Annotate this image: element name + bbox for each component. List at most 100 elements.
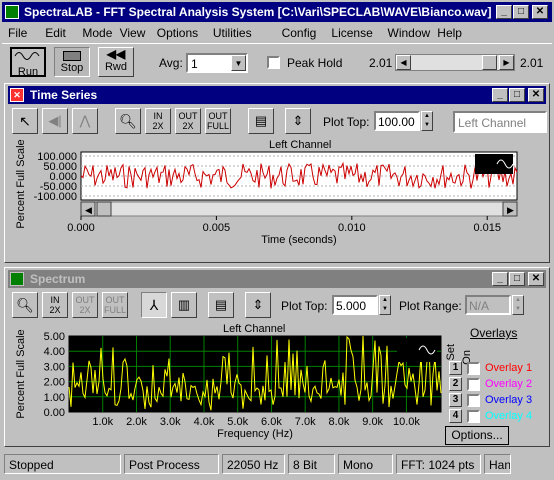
status-field: 22050 Hz	[222, 454, 285, 474]
sp-properties-button[interactable]: ▤	[208, 292, 234, 318]
ts-plot-top-input[interactable]: 100.00	[374, 111, 420, 131]
close-button[interactable]: ✕	[532, 5, 548, 19]
zoom-out-2x-button[interactable]: OUT 2X	[175, 108, 201, 134]
overlay-list: 1 Overlay 1 2 Overlay 2 3 Overlay 3 4 Overlay 4	[447, 361, 547, 425]
overlay-checkbox[interactable]	[467, 394, 480, 407]
overlay-set-button[interactable]: 4	[449, 409, 462, 423]
x-tick-label: 0.010	[338, 222, 366, 234]
avg-select[interactable]: 1 ▼	[186, 53, 248, 73]
x-tick-label: 3.0k	[160, 416, 181, 428]
waveform-button[interactable]: ⋀	[72, 108, 98, 134]
status-bar: Stopped Post Process 22050 Hz 8 Bit Mono FFT:…	[2, 452, 552, 476]
sp-zoom-out-2x-button[interactable]: OUT 2X	[72, 292, 98, 318]
sp-close-button[interactable]: ✕	[528, 272, 544, 286]
sp-zoom-full-icon: OUT FULL	[103, 295, 126, 315]
bar-plot-icon: ▥	[177, 297, 191, 312]
overlay-set-button[interactable]: 2	[449, 377, 462, 391]
minimize-button[interactable]: _	[496, 5, 512, 19]
sp-zoom-button[interactable]: 🔍︎	[12, 292, 38, 318]
x-tick-label: 4.0k	[194, 416, 215, 428]
ts-minimize-button[interactable]: _	[492, 88, 508, 102]
overlay-checkbox[interactable]	[467, 362, 480, 375]
peak-icon: ⋀	[79, 113, 91, 128]
ts-close-button[interactable]: ✕	[528, 88, 544, 102]
plot-range-input[interactable]: N/A	[465, 295, 511, 315]
scale-icon: ⇕	[292, 113, 304, 128]
maximize-button[interactable]: □	[513, 5, 529, 19]
menu-file[interactable]: File	[8, 26, 27, 40]
y-tick-label: 1.00	[44, 392, 65, 404]
zoom-full-button[interactable]: OUT FULL	[205, 108, 231, 134]
run-button[interactable]: Run	[10, 47, 46, 78]
sp-zoom-in-2x-button[interactable]: IN 2X	[42, 292, 68, 318]
x-axis-label: Time (seconds)	[261, 234, 336, 246]
app-title-bar: SpectraLAB - FFT Spectral Analysis Syste…	[2, 2, 552, 22]
x-tick-label: 5.0k	[227, 416, 248, 428]
window-icon: ✕	[10, 88, 24, 102]
slider-right-arrow[interactable]: ▶	[499, 55, 514, 70]
menu-config[interactable]: Config	[282, 26, 317, 40]
sp-scale-icon: ⇕	[252, 297, 264, 312]
ts-plot-top-spinner[interactable]: ▲ ▼	[421, 111, 433, 131]
y-tick-label: 3.00	[44, 361, 65, 373]
menu-help[interactable]: Help	[437, 26, 462, 40]
zoom-out-icon: OUT 2X	[178, 111, 198, 131]
x-tick-label: 0.005	[203, 222, 231, 234]
position-slider[interactable]: ◀ ▶	[395, 54, 515, 71]
sp-list-icon: ▤	[214, 297, 228, 312]
scroll-left-icon: ◀	[85, 205, 92, 215]
slider-thumb[interactable]	[482, 55, 497, 70]
overlays-title: Overlays	[470, 326, 518, 340]
y-tick-label: 5.00	[44, 331, 65, 343]
sp-plot-top-input[interactable]: 5.000	[332, 295, 378, 315]
sp-magnifier-icon: 🔍︎	[16, 297, 34, 313]
zoom-button[interactable]: 🔍︎	[115, 108, 141, 134]
stop-button[interactable]: Stop	[54, 47, 90, 77]
overlay-checkbox[interactable]	[467, 378, 480, 391]
menu-options[interactable]: Options	[157, 26, 198, 40]
channel-select[interactable]: Left Channel	[453, 111, 547, 133]
peak-hold-checkbox[interactable]	[267, 56, 280, 69]
sp-minimize-button[interactable]: _	[492, 272, 508, 286]
speaker-button[interactable]: ◀|	[42, 108, 68, 134]
menu-view[interactable]: View	[120, 26, 146, 40]
rewind-button[interactable]: ◀◀ Rwd	[98, 47, 134, 77]
cursor-icon: ↖	[19, 113, 31, 129]
spectralab-logo	[475, 154, 513, 174]
magnifier-icon: 🔍︎	[119, 113, 137, 129]
ts-maximize-button[interactable]: □	[509, 88, 525, 102]
y-tick-label: 0.00	[44, 407, 65, 419]
overlay-set-button[interactable]: 1	[449, 361, 462, 375]
pointer-tool-button[interactable]: ↖	[12, 108, 38, 134]
time-series-chart: Left Channel100.00050.0000.000-50.000-10…	[15, 139, 518, 246]
sp-maximize-button[interactable]: □	[509, 272, 525, 286]
options-button[interactable]: Options...	[445, 426, 509, 445]
status-field: Han	[484, 454, 511, 474]
chart-title: Left Channel	[223, 323, 285, 335]
sp-zoom-full-button[interactable]: OUT FULL	[102, 292, 128, 318]
chevron-down-icon[interactable]: ▼	[231, 55, 246, 71]
y-tick-label: -100.000	[34, 191, 77, 203]
sp-plot-top-spinner[interactable]: ▲ ▼	[379, 295, 391, 315]
slider-left-arrow[interactable]: ◀	[396, 55, 411, 70]
menu-license[interactable]: License	[331, 26, 372, 40]
line-plot-icon: ⅄	[149, 297, 159, 313]
menu-edit[interactable]: Edit	[45, 26, 66, 40]
scale-button[interactable]: ⇕	[285, 108, 311, 134]
overlay-checkbox[interactable]	[467, 410, 480, 423]
overlay-set-button[interactable]: 3	[449, 393, 462, 407]
status-field: Stopped	[4, 454, 121, 474]
menu-utilities[interactable]: Utilities	[213, 26, 252, 40]
line-plot-button[interactable]: ⅄	[141, 292, 167, 318]
menu-mode[interactable]: Mode	[82, 26, 112, 40]
zoom-in-2x-button[interactable]: IN 2X	[145, 108, 171, 134]
sp-plot-top-label: Plot Top:	[281, 299, 328, 313]
menu-window[interactable]: Window	[388, 26, 431, 40]
app-icon	[5, 5, 19, 19]
properties-button[interactable]: ▤	[248, 108, 274, 134]
menu-bar: File Edit Mode View Options Utilities Config Li…	[2, 24, 552, 42]
time-scrollbar	[80, 201, 518, 217]
bar-plot-button[interactable]: ▥	[171, 292, 197, 318]
sp-scale-button[interactable]: ⇕	[245, 292, 271, 318]
plot-range-spinner[interactable]: ▲ ▼	[512, 295, 524, 315]
